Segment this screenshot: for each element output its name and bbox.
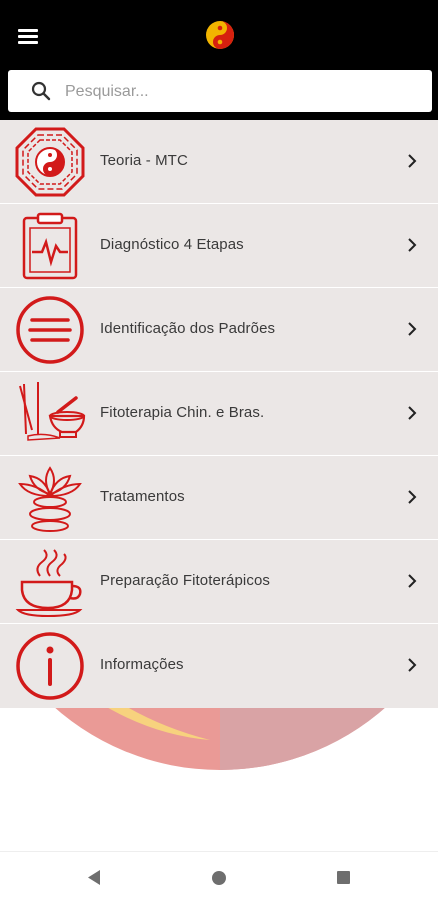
menu-item-diagnostico[interactable]: Diagnóstico 4 Etapas [0, 204, 438, 288]
search-icon [31, 81, 51, 101]
chevron-right-icon [408, 574, 417, 588]
lotus-stones-icon [18, 466, 82, 532]
menu-item-preparacao[interactable]: Preparação Fitoterápicos [0, 540, 438, 624]
app-bar [0, 0, 438, 120]
clipboard-heartbeat-icon [22, 212, 78, 280]
hamburger-icon[interactable] [18, 27, 40, 45]
search-bar[interactable] [8, 70, 432, 114]
menu-item-label: Identificação dos Padrões [100, 320, 276, 337]
menu-item-label: Tratamentos [100, 488, 185, 505]
menu-item-teoria-mtc[interactable]: Teoria - MTC [0, 120, 438, 204]
menu-item-label: Fitoterapia Chin. e Bras. [100, 404, 265, 421]
chevron-right-icon [408, 238, 417, 252]
bagua-yin-yang-icon [15, 127, 85, 197]
mortar-pestle-icon [19, 382, 86, 441]
info-icon [16, 632, 84, 700]
chevron-right-icon [408, 154, 417, 168]
tea-cup-icon [15, 549, 83, 618]
recents-square-icon[interactable] [337, 871, 350, 884]
home-circle-icon[interactable] [212, 871, 226, 885]
chevron-right-icon [408, 322, 417, 336]
menu-item-label: Diagnóstico 4 Etapas [100, 236, 244, 253]
menu-item-tratamentos[interactable]: Tratamentos [0, 456, 438, 540]
back-triangle-icon[interactable] [86, 869, 102, 886]
menu-item-fitoterapia[interactable]: Fitoterapia Chin. e Bras. [0, 372, 438, 456]
menu-list: Teoria - MTC Diagnóstico 4 Etapas Identi… [0, 120, 438, 708]
menu-item-informacoes[interactable]: Informações [0, 624, 438, 708]
system-navigation-bar [0, 851, 438, 901]
chevron-right-icon [408, 490, 417, 504]
menu-item-identificacao[interactable]: Identificação dos Padrões [0, 288, 438, 372]
menu-item-label: Informações [100, 656, 184, 673]
yin-yang-icon [206, 21, 234, 49]
chevron-right-icon [408, 406, 417, 420]
menu-item-label: Teoria - MTC [100, 152, 188, 169]
search-input[interactable] [63, 70, 427, 114]
menu-item-label: Preparação Fitoterápicos [100, 572, 270, 589]
list-circle-icon [16, 296, 84, 364]
chevron-right-icon [408, 658, 417, 672]
